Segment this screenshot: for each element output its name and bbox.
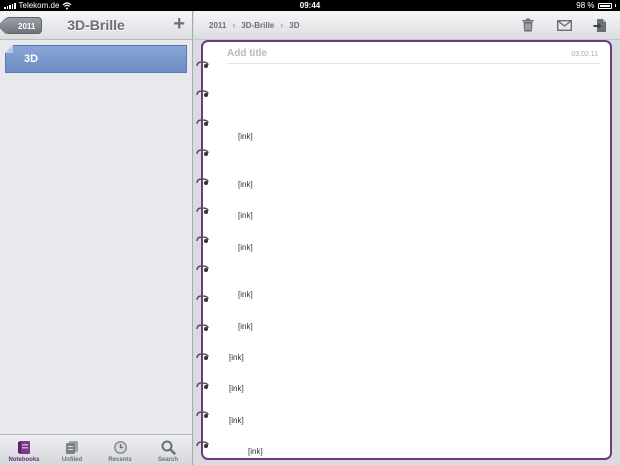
tab-recents-label: Recents — [108, 457, 132, 463]
unfiled-icon — [64, 439, 80, 455]
page-list-item[interactable]: 3D — [5, 45, 187, 73]
page-title-field[interactable]: Add title — [227, 48, 267, 59]
page-list-item-label: 3D — [24, 53, 39, 65]
add-page-button[interactable]: + — [173, 14, 185, 34]
ink-item[interactable]: [ink] — [238, 290, 253, 299]
battery-nub — [614, 4, 616, 7]
page-toolbar: 2011 › 3D-Brille › 3D — [194, 11, 620, 40]
ink-item[interactable]: [ink] — [238, 132, 253, 141]
title-divider — [227, 63, 600, 64]
battery-group: 98 % — [576, 0, 616, 11]
ink-item[interactable]: [ink] — [229, 353, 244, 362]
section-title: 3D-Brille — [67, 17, 125, 33]
status-bar: Telekom.de 09:44 98 % — [0, 0, 620, 11]
sidebar-header: 2011 3D-Brille + — [0, 11, 192, 40]
back-button[interactable]: 2011 — [5, 17, 43, 34]
battery-icon — [597, 2, 612, 9]
breadcrumb-section[interactable]: 3D-Brille — [241, 21, 274, 30]
breadcrumb: 2011 › 3D-Brille › 3D — [209, 20, 300, 30]
notebooks-icon — [16, 439, 32, 455]
toolbar-actions — [520, 17, 608, 33]
ink-item[interactable]: [ink] — [229, 416, 244, 425]
tab-unfiled[interactable]: Unfiled — [48, 435, 96, 465]
tab-search-label: Search — [157, 457, 178, 463]
battery-percent: 98 % — [576, 1, 595, 10]
share-page-icon[interactable] — [592, 17, 608, 33]
tab-search[interactable]: Search — [144, 435, 192, 465]
ink-item[interactable]: [ink] — [238, 322, 253, 331]
tab-unfiled-label: Unfiled — [61, 457, 83, 463]
notebook-page[interactable]: Add title 03.02.11 [ink] [ink] [ink] [in… — [201, 40, 612, 460]
trash-icon[interactable] — [520, 17, 536, 33]
ink-item[interactable]: [ink] — [248, 447, 263, 456]
breadcrumb-year[interactable]: 2011 — [209, 21, 226, 30]
sidebar: 2011 3D-Brille + 3D Notebooks Unfiled Re… — [0, 11, 193, 465]
ink-item[interactable]: [ink] — [229, 384, 244, 393]
breadcrumb-page: 3D — [289, 20, 300, 30]
clock: 09:44 — [299, 1, 321, 10]
page-fold-icon — [5, 45, 13, 53]
tab-notebooks-label: Notebooks — [8, 457, 40, 463]
ink-item[interactable]: [ink] — [238, 243, 253, 252]
recents-icon — [112, 439, 128, 455]
ink-item[interactable]: [ink] — [238, 180, 253, 189]
tab-bar: Notebooks Unfiled Recents Search — [0, 434, 192, 465]
page-date: 03.02.11 — [571, 51, 598, 58]
ink-item[interactable]: [ink] — [238, 211, 253, 220]
mail-icon[interactable] — [556, 17, 572, 33]
chevron-right-icon: › — [280, 20, 284, 30]
tab-recents[interactable]: Recents — [96, 435, 144, 465]
search-icon — [160, 439, 176, 455]
chevron-right-icon: › — [232, 20, 236, 30]
tab-notebooks[interactable]: Notebooks — [0, 435, 48, 465]
